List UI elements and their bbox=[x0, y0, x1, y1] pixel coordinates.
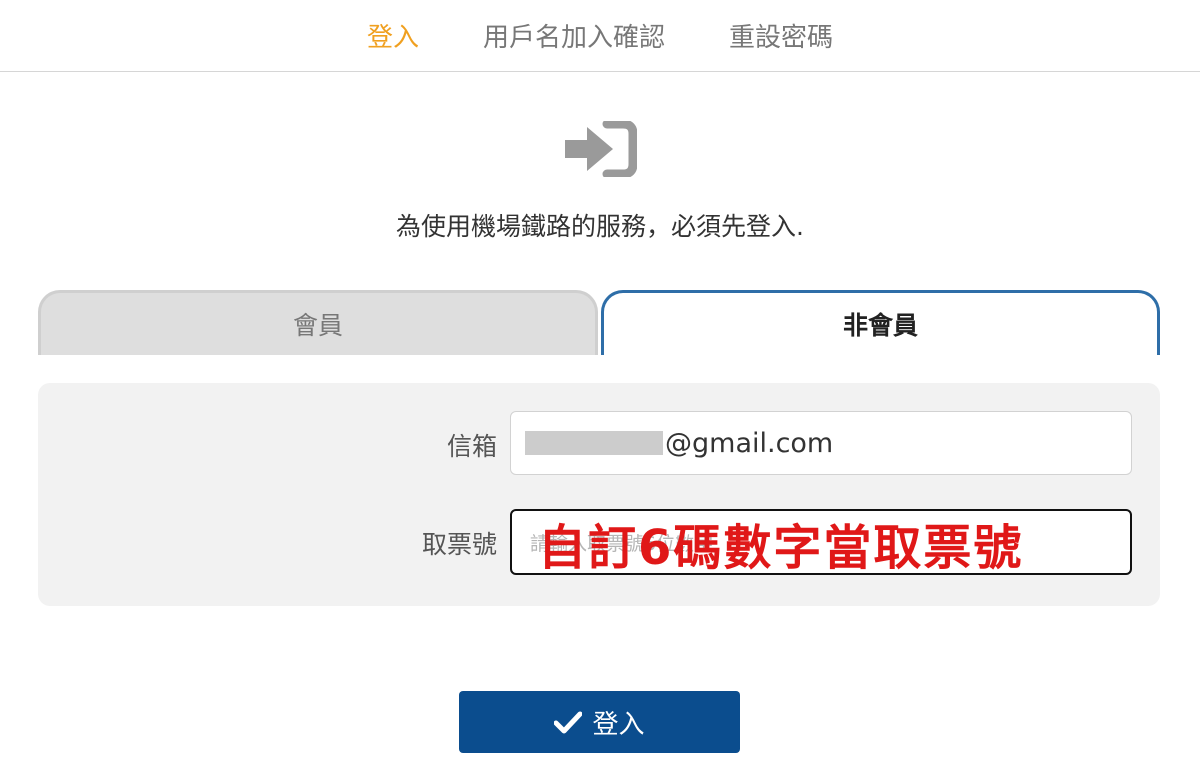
login-submit-label: 登入 bbox=[592, 709, 645, 740]
nav-login[interactable]: 登入 bbox=[367, 17, 419, 54]
email-label: 信箱 bbox=[446, 432, 497, 461]
email-field[interactable]: @gmail.com bbox=[510, 411, 1132, 475]
login-required-message: 為使用機場鐵路的服務，必須先登入. bbox=[396, 212, 804, 241]
check-icon bbox=[554, 711, 583, 734]
redacted-block bbox=[525, 431, 663, 455]
tab-non-member[interactable]: 非會員 bbox=[601, 290, 1160, 355]
nav-username-confirm[interactable]: 用戶名加入確認 bbox=[483, 17, 665, 54]
email-value: @gmail.com bbox=[665, 427, 834, 459]
top-navigation: 登入 用戶名加入確認 重設密碼 bbox=[0, 0, 1200, 72]
sign-in-icon bbox=[563, 119, 638, 179]
red-annotation-text: 自訂6碼數字當取票號 bbox=[538, 520, 1024, 576]
ticket-number-label: 取票號 bbox=[421, 530, 497, 559]
tab-member[interactable]: 會員 bbox=[38, 290, 598, 355]
login-submit-button[interactable]: 登入 bbox=[459, 691, 740, 753]
nav-reset-password[interactable]: 重設密碼 bbox=[729, 17, 833, 54]
